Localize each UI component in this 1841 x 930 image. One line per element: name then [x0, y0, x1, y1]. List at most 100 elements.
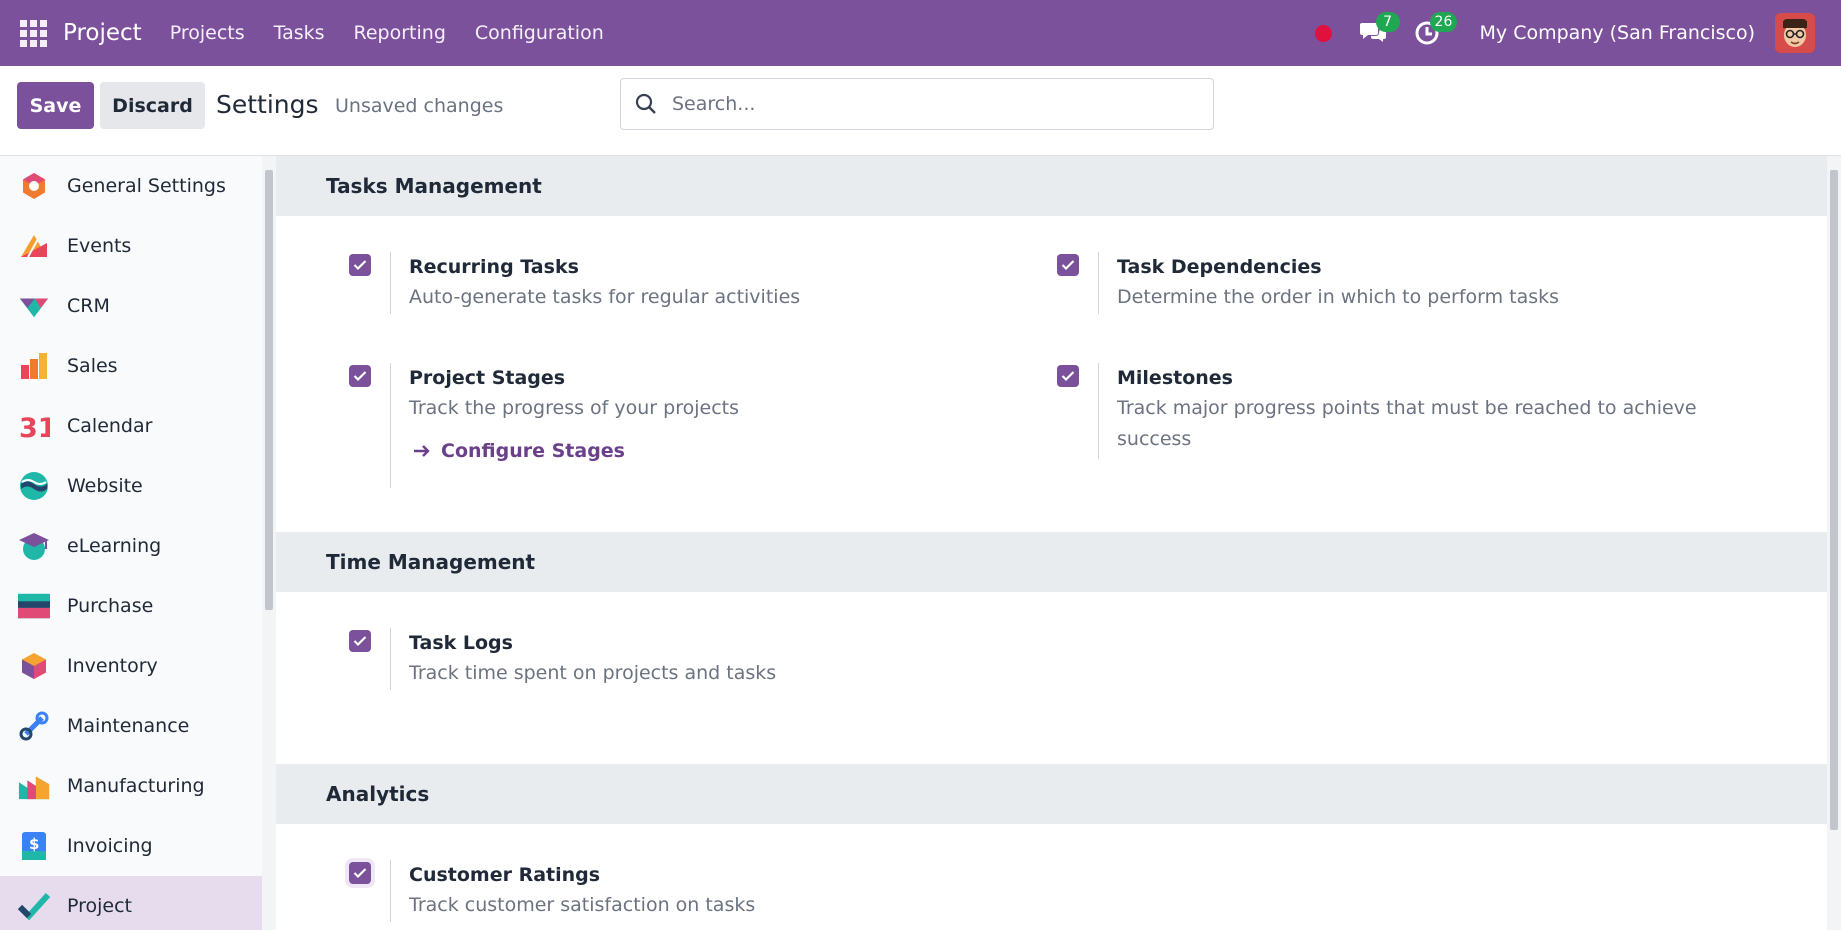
checkmark-icon	[353, 636, 367, 647]
sidebar-item-label: eLearning	[67, 535, 162, 557]
customer-ratings-checkbox[interactable]	[349, 862, 371, 884]
sidebar-item-label: General Settings	[67, 175, 226, 197]
task-dependencies-checkbox[interactable]	[1057, 254, 1079, 276]
crm-icon	[18, 290, 50, 322]
setting-title: Milestones	[1117, 367, 1233, 389]
content-scrollbar[interactable]	[1827, 156, 1841, 930]
arrow-right-icon	[414, 445, 430, 457]
sidebar-item-label: Manufacturing	[67, 775, 205, 797]
setting-description: Track customer satisfaction on tasks	[409, 894, 756, 916]
search-icon	[635, 93, 656, 114]
sidebar-item-manufacturing[interactable]: Manufacturing	[0, 756, 262, 816]
configure-stages-label: Configure Stages	[441, 440, 625, 462]
checkmark-icon	[353, 260, 367, 271]
control-panel: Save Discard Settings Unsaved changes	[0, 66, 1841, 156]
messages-badge: 7	[1375, 12, 1400, 32]
setting-description-line1: Track major progress points that must be…	[1117, 397, 1697, 419]
section-tasks-management: Tasks Management	[276, 156, 1827, 216]
setting-task-dependencies: Task Dependencies Determine the order in…	[1057, 252, 1559, 314]
setting-task-logs: Task Logs Track time spent on projects a…	[349, 628, 776, 690]
sidebar-item-general-settings[interactable]: General Settings	[0, 156, 262, 216]
sidebar-item-label: Project	[67, 895, 133, 917]
setting-recurring-tasks: Recurring Tasks Auto-generate tasks for …	[349, 252, 800, 314]
sidebar-item-invoicing[interactable]: $ Invoicing	[0, 816, 262, 876]
website-icon	[18, 470, 50, 502]
setting-customer-ratings: Customer Ratings Track customer satisfac…	[349, 860, 755, 922]
calendar-icon: 31	[18, 410, 50, 442]
sidebar-item-crm[interactable]: CRM	[0, 276, 262, 336]
search-input[interactable]	[672, 93, 1172, 115]
events-icon	[18, 230, 50, 262]
maintenance-icon	[18, 710, 50, 742]
sidebar-item-label: Purchase	[67, 595, 154, 617]
menu-tasks[interactable]: Tasks	[274, 22, 325, 44]
menu-reporting[interactable]: Reporting	[354, 22, 446, 44]
navbar-systray: 7 26 My Company (San Francisco)	[1314, 0, 1841, 66]
sidebar-item-events[interactable]: Events	[0, 216, 262, 276]
sidebar-item-label: Calendar	[67, 415, 153, 437]
sidebar-scrollbar[interactable]	[262, 156, 276, 930]
setting-title: Task Dependencies	[1117, 256, 1322, 278]
general-settings-icon	[18, 170, 50, 202]
activities-button[interactable]: 26	[1410, 12, 1458, 50]
messages-button[interactable]: 7	[1356, 12, 1400, 50]
setting-title: Customer Ratings	[409, 864, 601, 886]
company-switcher[interactable]: My Company (San Francisco)	[1480, 22, 1755, 44]
sidebar-item-calendar[interactable]: 31 Calendar	[0, 396, 262, 456]
svg-text:$: $	[29, 835, 39, 853]
settings-sidebar: General Settings Events CRM Sales 31 Cal…	[0, 156, 262, 930]
search-box[interactable]	[620, 78, 1214, 130]
status-dot-icon[interactable]	[1314, 24, 1332, 42]
setting-project-stages: Project Stages Track the progress of you…	[349, 363, 739, 488]
setting-description: Auto-generate tasks for regular activiti…	[409, 286, 801, 308]
checkmark-icon	[353, 371, 367, 382]
recurring-tasks-checkbox[interactable]	[349, 254, 371, 276]
sidebar-item-label: Invoicing	[67, 835, 153, 857]
setting-description-line2: success	[1117, 428, 1192, 450]
page-title: Settings	[216, 90, 319, 119]
milestones-checkbox[interactable]	[1057, 365, 1079, 387]
sidebar-item-label: Sales	[67, 355, 118, 377]
svg-text:31: 31	[19, 413, 50, 441]
discard-button[interactable]: Discard	[100, 82, 205, 129]
setting-description: Track the progress of your projects	[409, 397, 739, 419]
sidebar-item-elearning[interactable]: eLearning	[0, 516, 262, 576]
top-navbar: Project Projects Tasks Reporting Configu…	[0, 0, 1841, 66]
sidebar-item-label: Inventory	[67, 655, 158, 677]
checkmark-icon	[1061, 371, 1075, 382]
manufacturing-icon	[18, 770, 50, 802]
sidebar-item-maintenance[interactable]: Maintenance	[0, 696, 262, 756]
setting-title: Project Stages	[409, 367, 566, 389]
sidebar-item-purchase[interactable]: Purchase	[0, 576, 262, 636]
sidebar-item-label: CRM	[67, 295, 110, 317]
checkmark-icon	[1061, 260, 1075, 271]
setting-milestones: Milestones Track major progress points t…	[1057, 363, 1697, 459]
task-logs-checkbox[interactable]	[349, 630, 371, 652]
project-icon	[18, 890, 50, 922]
sidebar-item-inventory[interactable]: Inventory	[0, 636, 262, 696]
project-stages-checkbox[interactable]	[349, 365, 371, 387]
sidebar-item-project[interactable]: Project	[0, 876, 262, 930]
unsaved-status: Unsaved changes	[335, 95, 504, 117]
setting-title: Recurring Tasks	[409, 256, 579, 278]
sales-icon	[18, 350, 50, 382]
elearning-icon	[18, 530, 50, 562]
sidebar-item-label: Website	[67, 475, 143, 497]
app-brand[interactable]: Project	[63, 20, 142, 46]
save-button[interactable]: Save	[17, 82, 94, 129]
setting-description: Track time spent on projects and tasks	[409, 662, 777, 684]
setting-title: Task Logs	[409, 632, 513, 654]
section-time-management: Time Management	[276, 532, 1827, 592]
settings-content: Tasks Management Recurring Tasks Auto-ge…	[276, 156, 1827, 930]
menu-projects[interactable]: Projects	[170, 22, 245, 44]
purchase-icon	[18, 590, 50, 622]
inventory-icon	[18, 650, 50, 682]
menu-configuration[interactable]: Configuration	[475, 22, 604, 44]
user-avatar[interactable]	[1775, 13, 1815, 53]
sidebar-item-website[interactable]: Website	[0, 456, 262, 516]
configure-stages-link[interactable]: Configure Stages	[409, 440, 739, 462]
invoicing-icon: $	[18, 830, 50, 862]
app-grid-icon[interactable]	[19, 19, 47, 47]
sidebar-item-sales[interactable]: Sales	[0, 336, 262, 396]
sidebar-item-label: Events	[67, 235, 132, 257]
